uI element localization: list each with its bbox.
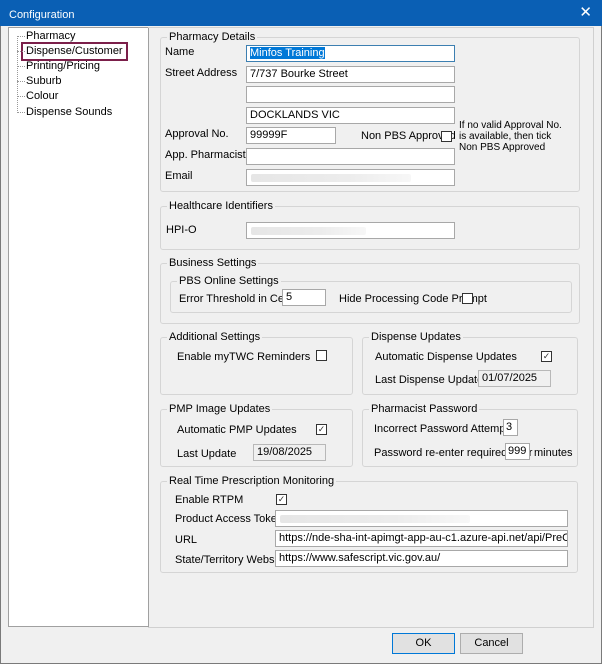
tree-item-label: Printing/Pricing xyxy=(26,60,100,72)
ok-button[interactable]: OK xyxy=(392,633,455,654)
group-legend: PBS Online Settings xyxy=(177,275,281,287)
mytwc-checkbox[interactable] xyxy=(316,350,327,361)
app-pharmacist-label: App. Pharmacist xyxy=(165,149,246,161)
group-legend: Pharmacy Details xyxy=(167,31,258,43)
title-bar: Configuration ✕ xyxy=(0,0,602,26)
approval-field[interactable]: 99999F xyxy=(246,127,336,144)
app-pharmacist-field[interactable] xyxy=(246,148,455,165)
name-label: Name xyxy=(165,46,195,58)
street-line2-field[interactable] xyxy=(246,86,455,103)
hpio-field[interactable] xyxy=(246,222,455,239)
group-legend: Pharmacist Password xyxy=(369,403,480,415)
tree-item-printing-pricing[interactable]: Printing/Pricing xyxy=(17,59,100,74)
tree-item-dispense-sounds[interactable]: Dispense Sounds xyxy=(17,105,113,120)
street-address-label: Street Address xyxy=(165,67,238,79)
group-legend: Business Settings xyxy=(167,257,259,269)
tree-branch xyxy=(17,66,25,67)
tree-branch xyxy=(17,112,25,113)
group-legend: Additional Settings xyxy=(167,331,263,343)
additional-settings-group: Additional Settings xyxy=(160,331,353,395)
product-token-label: Product Access Token xyxy=(175,513,284,525)
non-pbs-checkbox[interactable] xyxy=(441,131,452,142)
error-threshold-label: Error Threshold in Cents xyxy=(179,293,299,305)
redacted-token xyxy=(280,515,470,523)
url-field[interactable]: https://nde-sha-int-apimgt-app-au-c1.azu… xyxy=(275,530,568,547)
attempts-label: Incorrect Password Attempts xyxy=(374,423,514,435)
tree-item-dispense-customer[interactable]: Dispense/Customer xyxy=(17,42,128,61)
close-icon[interactable]: ✕ xyxy=(579,3,592,21)
product-token-field[interactable] xyxy=(275,510,568,527)
attempts-field[interactable]: 3 xyxy=(503,419,518,436)
suburb-field[interactable]: DOCKLANDS VIC xyxy=(246,107,455,124)
group-legend: Dispense Updates xyxy=(369,331,463,343)
tree-item-label: Colour xyxy=(26,90,59,102)
auto-dispense-checkbox[interactable]: ✓ xyxy=(541,351,552,362)
window-title: Configuration xyxy=(9,9,75,21)
url-label: URL xyxy=(175,534,198,546)
hide-processing-checkbox[interactable] xyxy=(462,293,473,304)
mytwc-label: Enable myTWC Reminders xyxy=(177,351,311,363)
auto-dispense-label: Automatic Dispense Updates xyxy=(375,351,517,363)
settings-tree[interactable]: Pharmacy Dispense/Customer Printing/Pric… xyxy=(8,27,149,627)
street-line1-field[interactable]: 7/737 Bourke Street xyxy=(246,66,455,83)
website-field[interactable]: https://www.safescript.vic.gov.au/ xyxy=(275,550,568,567)
tree-item-label: Suburb xyxy=(26,75,62,87)
group-legend: Healthcare Identifiers xyxy=(167,200,275,212)
tree-item-label: Pharmacy xyxy=(26,30,76,42)
auto-pmp-checkbox[interactable]: ✓ xyxy=(316,424,327,435)
tree-item-pharmacy[interactable]: Pharmacy xyxy=(17,29,76,44)
email-field[interactable] xyxy=(246,169,455,186)
tree-connector xyxy=(17,36,18,113)
approval-note-line3: Non PBS Approved xyxy=(459,142,546,153)
enable-rtpm-label: Enable RTPM xyxy=(175,494,244,506)
redacted-email xyxy=(251,174,411,182)
website-label: State/Territory Website xyxy=(175,554,287,566)
tree-item-colour[interactable]: Colour xyxy=(17,89,59,104)
tree-branch xyxy=(17,36,25,37)
last-update-label: Last Update xyxy=(177,448,237,460)
tree-item-suburb[interactable]: Suburb xyxy=(17,74,62,89)
tree-branch xyxy=(17,96,25,97)
reenter-field[interactable]: 999 xyxy=(505,443,530,460)
last-dispense-field: 01/07/2025 xyxy=(478,370,551,387)
tree-item-label: Dispense Sounds xyxy=(26,106,113,118)
tree-item-label: Dispense/Customer xyxy=(26,45,123,57)
email-label: Email xyxy=(165,170,193,182)
enable-rtpm-checkbox[interactable]: ✓ xyxy=(276,494,287,505)
tree-branch xyxy=(17,51,25,52)
error-threshold-field[interactable]: 5 xyxy=(282,289,326,306)
hpio-label: HPI-O xyxy=(166,224,197,236)
cancel-button[interactable]: Cancel xyxy=(460,633,523,654)
group-legend: Real Time Prescription Monitoring xyxy=(167,475,337,487)
name-value: Minfos Training xyxy=(250,47,325,59)
minutes-label: minutes xyxy=(534,447,573,459)
approval-label: Approval No. xyxy=(165,128,229,140)
last-update-field: 19/08/2025 xyxy=(253,444,326,461)
auto-pmp-label: Automatic PMP Updates xyxy=(177,424,297,436)
last-dispense-label: Last Dispense Update: xyxy=(375,374,487,386)
tree-branch xyxy=(17,81,25,82)
name-field[interactable]: Minfos Training xyxy=(246,45,455,62)
group-legend: PMP Image Updates xyxy=(167,403,273,415)
redacted-hpio xyxy=(251,227,366,235)
